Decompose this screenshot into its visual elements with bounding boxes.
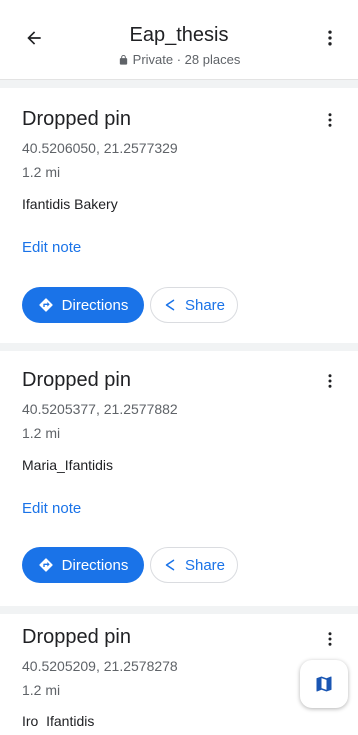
place-note: Ifantidis Bakery (22, 196, 118, 212)
directions-button[interactable]: Directions (22, 547, 144, 583)
share-icon (165, 559, 175, 571)
place-note: Iro Ifantidis (22, 713, 95, 729)
page-title: Eap_thesis (129, 24, 229, 46)
more-vert-icon (328, 30, 332, 46)
more-vert-icon (328, 632, 332, 646)
place-title: Dropped pin (22, 626, 131, 648)
place-more-button[interactable] (316, 625, 344, 653)
place-card[interactable]: Dropped pin 40.5206050, 21.2577329 1.2 m… (0, 88, 358, 343)
place-coordinates: 40.5205377, 21.2577882 (22, 401, 178, 417)
list-separator (0, 80, 358, 88)
place-more-button[interactable] (316, 106, 344, 134)
edit-note-link[interactable]: Edit note (22, 239, 81, 256)
place-card[interactable]: Dropped pin 40.5205377, 21.2577882 1.2 m… (0, 351, 358, 606)
place-coordinates: 40.5206050, 21.2577329 (22, 140, 178, 156)
place-distance: 1.2 mi (22, 682, 61, 698)
list-separator (0, 606, 358, 614)
share-button[interactable]: Share (150, 287, 238, 323)
edit-note-link[interactable]: Edit note (22, 500, 81, 517)
more-vert-icon (328, 374, 332, 388)
place-distance: 1.2 mi (22, 425, 61, 441)
share-label: Share (184, 556, 226, 574)
page-subtitle: Private · 28 places (60, 52, 298, 67)
directions-label: Directions (61, 556, 129, 574)
place-title: Dropped pin (22, 108, 131, 130)
place-more-button[interactable] (316, 367, 344, 395)
more-vert-icon (328, 113, 332, 127)
lock-icon (119, 54, 127, 65)
share-button[interactable]: Share (150, 547, 238, 583)
back-button[interactable] (18, 22, 50, 54)
map-view-button[interactable] (300, 660, 348, 708)
share-label: Share (184, 296, 226, 314)
header-more-button[interactable] (314, 22, 346, 54)
place-title: Dropped pin (22, 369, 131, 391)
arrow-left-icon (27, 31, 41, 45)
place-note: Maria_Ifantidis (22, 457, 114, 473)
list-separator (0, 343, 358, 351)
place-distance: 1.2 mi (22, 164, 61, 180)
share-icon (165, 299, 175, 311)
place-coordinates: 40.5205209, 21.2578278 (22, 658, 178, 674)
map-icon (316, 676, 332, 692)
subtitle-text: Private · 28 places (132, 52, 241, 67)
directions-label: Directions (61, 296, 129, 314)
directions-icon (38, 298, 53, 312)
list-header: Eap_thesis Private · 28 places (0, 0, 358, 80)
directions-icon (38, 558, 53, 572)
header-title-group: Eap_thesis Private · 28 places (60, 24, 298, 67)
directions-button[interactable]: Directions (22, 287, 144, 323)
